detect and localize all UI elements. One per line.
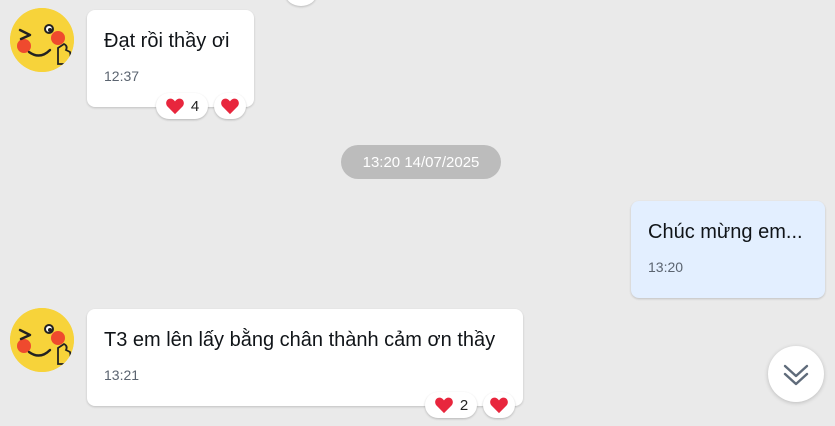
avatar[interactable] bbox=[10, 308, 74, 372]
heart-icon bbox=[165, 98, 184, 115]
heart-icon bbox=[221, 98, 239, 115]
avatar[interactable] bbox=[10, 8, 74, 72]
message-time: 13:21 bbox=[104, 367, 140, 383]
heart-icon bbox=[490, 397, 508, 414]
message-text: Đạt rồi thầy ơi bbox=[104, 30, 230, 52]
message-bubble-outgoing[interactable]: Chúc mừng em... 13:20 bbox=[631, 201, 825, 298]
reaction-fragment bbox=[286, 0, 316, 6]
message-text: T3 em lên lấy bằng chân thành cảm ơn thầ… bbox=[104, 329, 496, 351]
message-time: 13:20 bbox=[648, 259, 684, 275]
heart-icon bbox=[434, 397, 453, 414]
scroll-to-bottom-button[interactable] bbox=[768, 346, 824, 402]
wink-emoji-icon bbox=[10, 308, 74, 372]
reaction-count: 4 bbox=[190, 97, 200, 115]
reaction-count: 2 bbox=[459, 396, 469, 414]
date-separator: 13:20 14/07/2025 bbox=[341, 145, 501, 179]
react-heart-button[interactable] bbox=[483, 392, 515, 418]
reaction-summary[interactable]: 4 bbox=[156, 93, 208, 119]
double-chevron-down-icon bbox=[783, 364, 809, 386]
react-heart-button[interactable] bbox=[214, 93, 246, 119]
reaction-summary[interactable]: 2 bbox=[425, 392, 477, 418]
wink-emoji-icon bbox=[10, 8, 74, 72]
message-time: 12:37 bbox=[104, 68, 140, 84]
message-text: Chúc mừng em... bbox=[648, 221, 803, 243]
